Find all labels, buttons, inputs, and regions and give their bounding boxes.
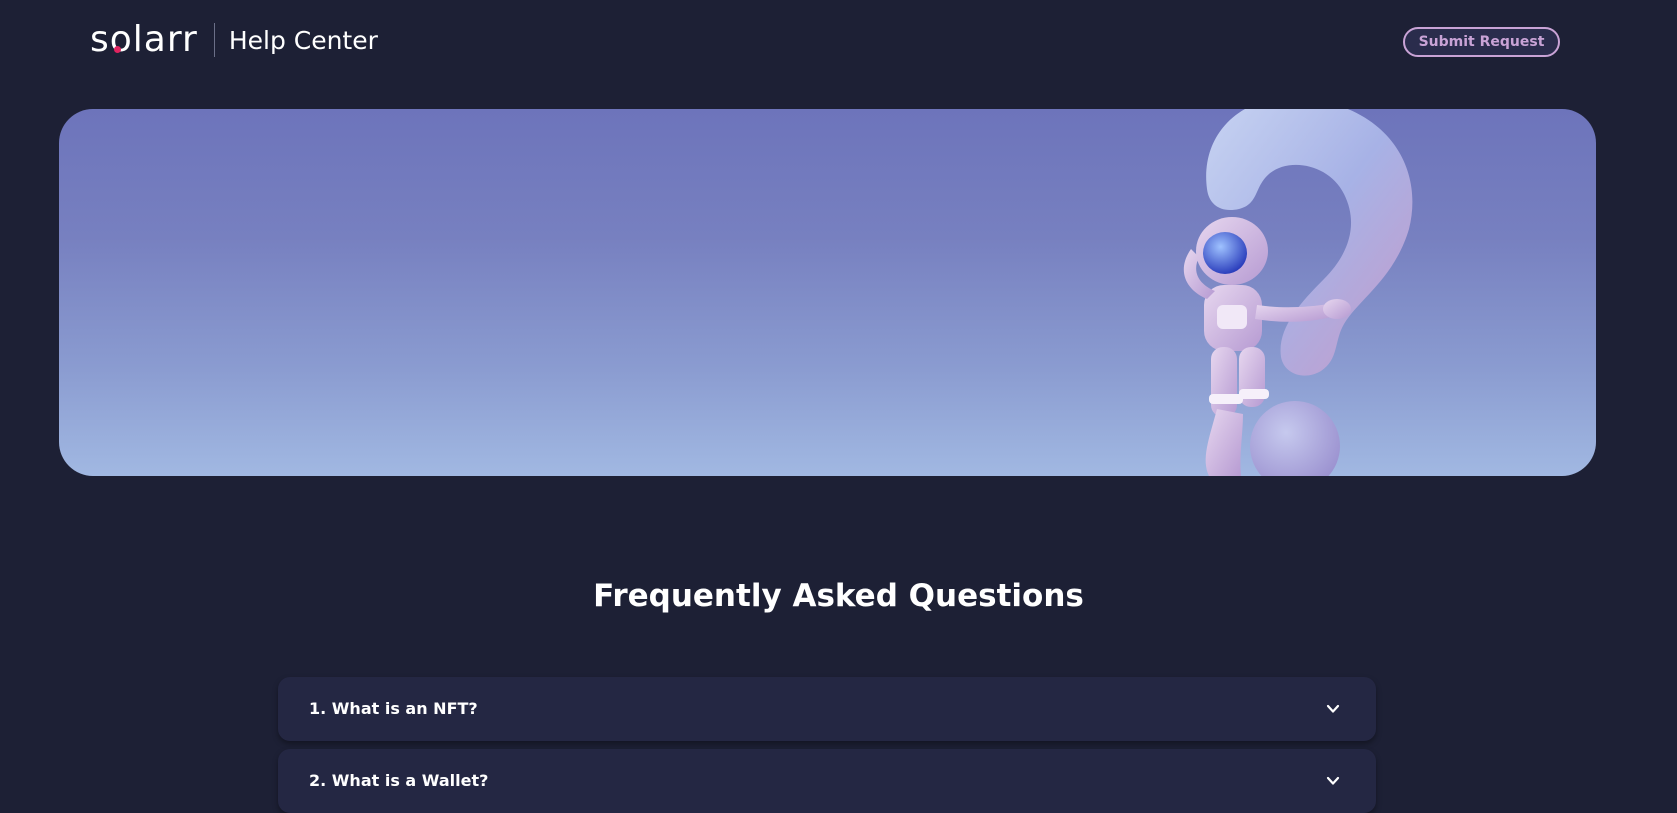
faq-title: Frequently Asked Questions (593, 578, 1084, 614)
help-center-label: Help Center (228, 25, 378, 55)
submit-request-button[interactable]: Submit Request (1403, 27, 1560, 57)
chevron-down-icon[interactable] (1326, 774, 1340, 788)
faq-item[interactable]: 1. What is an NFT? (278, 677, 1376, 741)
hero-banner (59, 109, 1596, 476)
logo-wordmark: solarr (90, 19, 198, 60)
faq-question: 1. What is an NFT? (309, 699, 478, 718)
faq-question: 2. What is a Wallet? (309, 771, 489, 790)
chevron-down-icon[interactable] (1326, 702, 1340, 716)
site-header: solarr Help Center Submit Request (0, 0, 1677, 90)
astronaut-question-illustration (1183, 109, 1413, 476)
faq-item[interactable]: 2. What is a Wallet? (278, 749, 1376, 813)
logo-divider (213, 23, 215, 57)
logo-dot (114, 46, 121, 53)
logo[interactable]: solarr Help Center (90, 18, 378, 62)
